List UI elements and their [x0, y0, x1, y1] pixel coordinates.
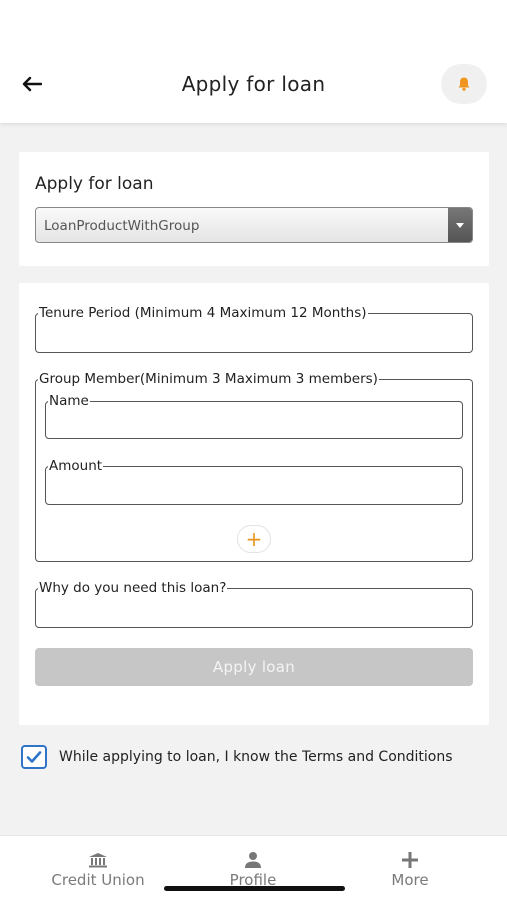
bank-icon — [89, 853, 107, 868]
person-icon — [245, 852, 261, 868]
tenure-period-label: Tenure Period (Minimum 4 Maximum 12 Mont… — [38, 305, 368, 321]
member-amount-input[interactable] — [52, 473, 456, 500]
loan-product-select[interactable]: LoanProductWithGroup — [35, 207, 473, 243]
nav-label-credit-union: Credit Union — [51, 871, 145, 889]
loan-product-card: Apply for loan LoanProductWithGroup — [19, 152, 489, 266]
nav-label-more: More — [391, 871, 429, 889]
loan-reason-field[interactable]: Why do you need this loan? — [35, 580, 473, 628]
tenure-period-field[interactable]: Tenure Period (Minimum 4 Maximum 12 Mont… — [35, 305, 473, 353]
bell-icon — [458, 77, 470, 91]
selected-product-value: LoanProductWithGroup — [44, 218, 200, 234]
section-heading: Apply for loan — [35, 174, 154, 194]
add-member-button[interactable]: + — [237, 525, 271, 553]
member-name-field[interactable]: Name — [45, 393, 463, 439]
plus-icon: + — [245, 527, 263, 551]
plus-icon — [402, 852, 418, 868]
loan-reason-label: Why do you need this loan? — [38, 580, 228, 596]
checkmark-icon — [26, 751, 42, 763]
group-member-section: Group Member(Minimum 3 Maximum 3 members… — [35, 371, 473, 562]
terms-text: While applying to loan, I know the Terms… — [59, 749, 453, 765]
nav-item-credit-union[interactable]: Credit Union — [28, 850, 168, 889]
app-header: Apply for loan — [0, 0, 507, 123]
notification-button[interactable] — [441, 64, 487, 104]
member-name-input[interactable] — [52, 408, 456, 434]
loan-reason-input[interactable] — [42, 595, 466, 623]
tenure-period-input[interactable] — [42, 320, 466, 348]
group-member-label: Group Member(Minimum 3 Maximum 3 members… — [38, 371, 379, 387]
loan-form-card: Tenure Period (Minimum 4 Maximum 12 Mont… — [19, 283, 489, 725]
terms-checkbox[interactable] — [21, 745, 47, 769]
member-amount-label: Amount — [48, 458, 104, 474]
nav-item-more[interactable]: More — [340, 850, 480, 889]
member-amount-field[interactable]: Amount — [45, 458, 463, 505]
dropdown-arrow-icon — [448, 208, 472, 242]
terms-row: While applying to loan, I know the Terms… — [21, 745, 501, 771]
apply-loan-button[interactable]: Apply loan — [35, 648, 473, 686]
page-title: Apply for loan — [181, 72, 326, 96]
nav-item-profile[interactable]: Profile — [183, 850, 323, 889]
member-name-label: Name — [48, 393, 90, 409]
home-indicator — [164, 886, 345, 891]
